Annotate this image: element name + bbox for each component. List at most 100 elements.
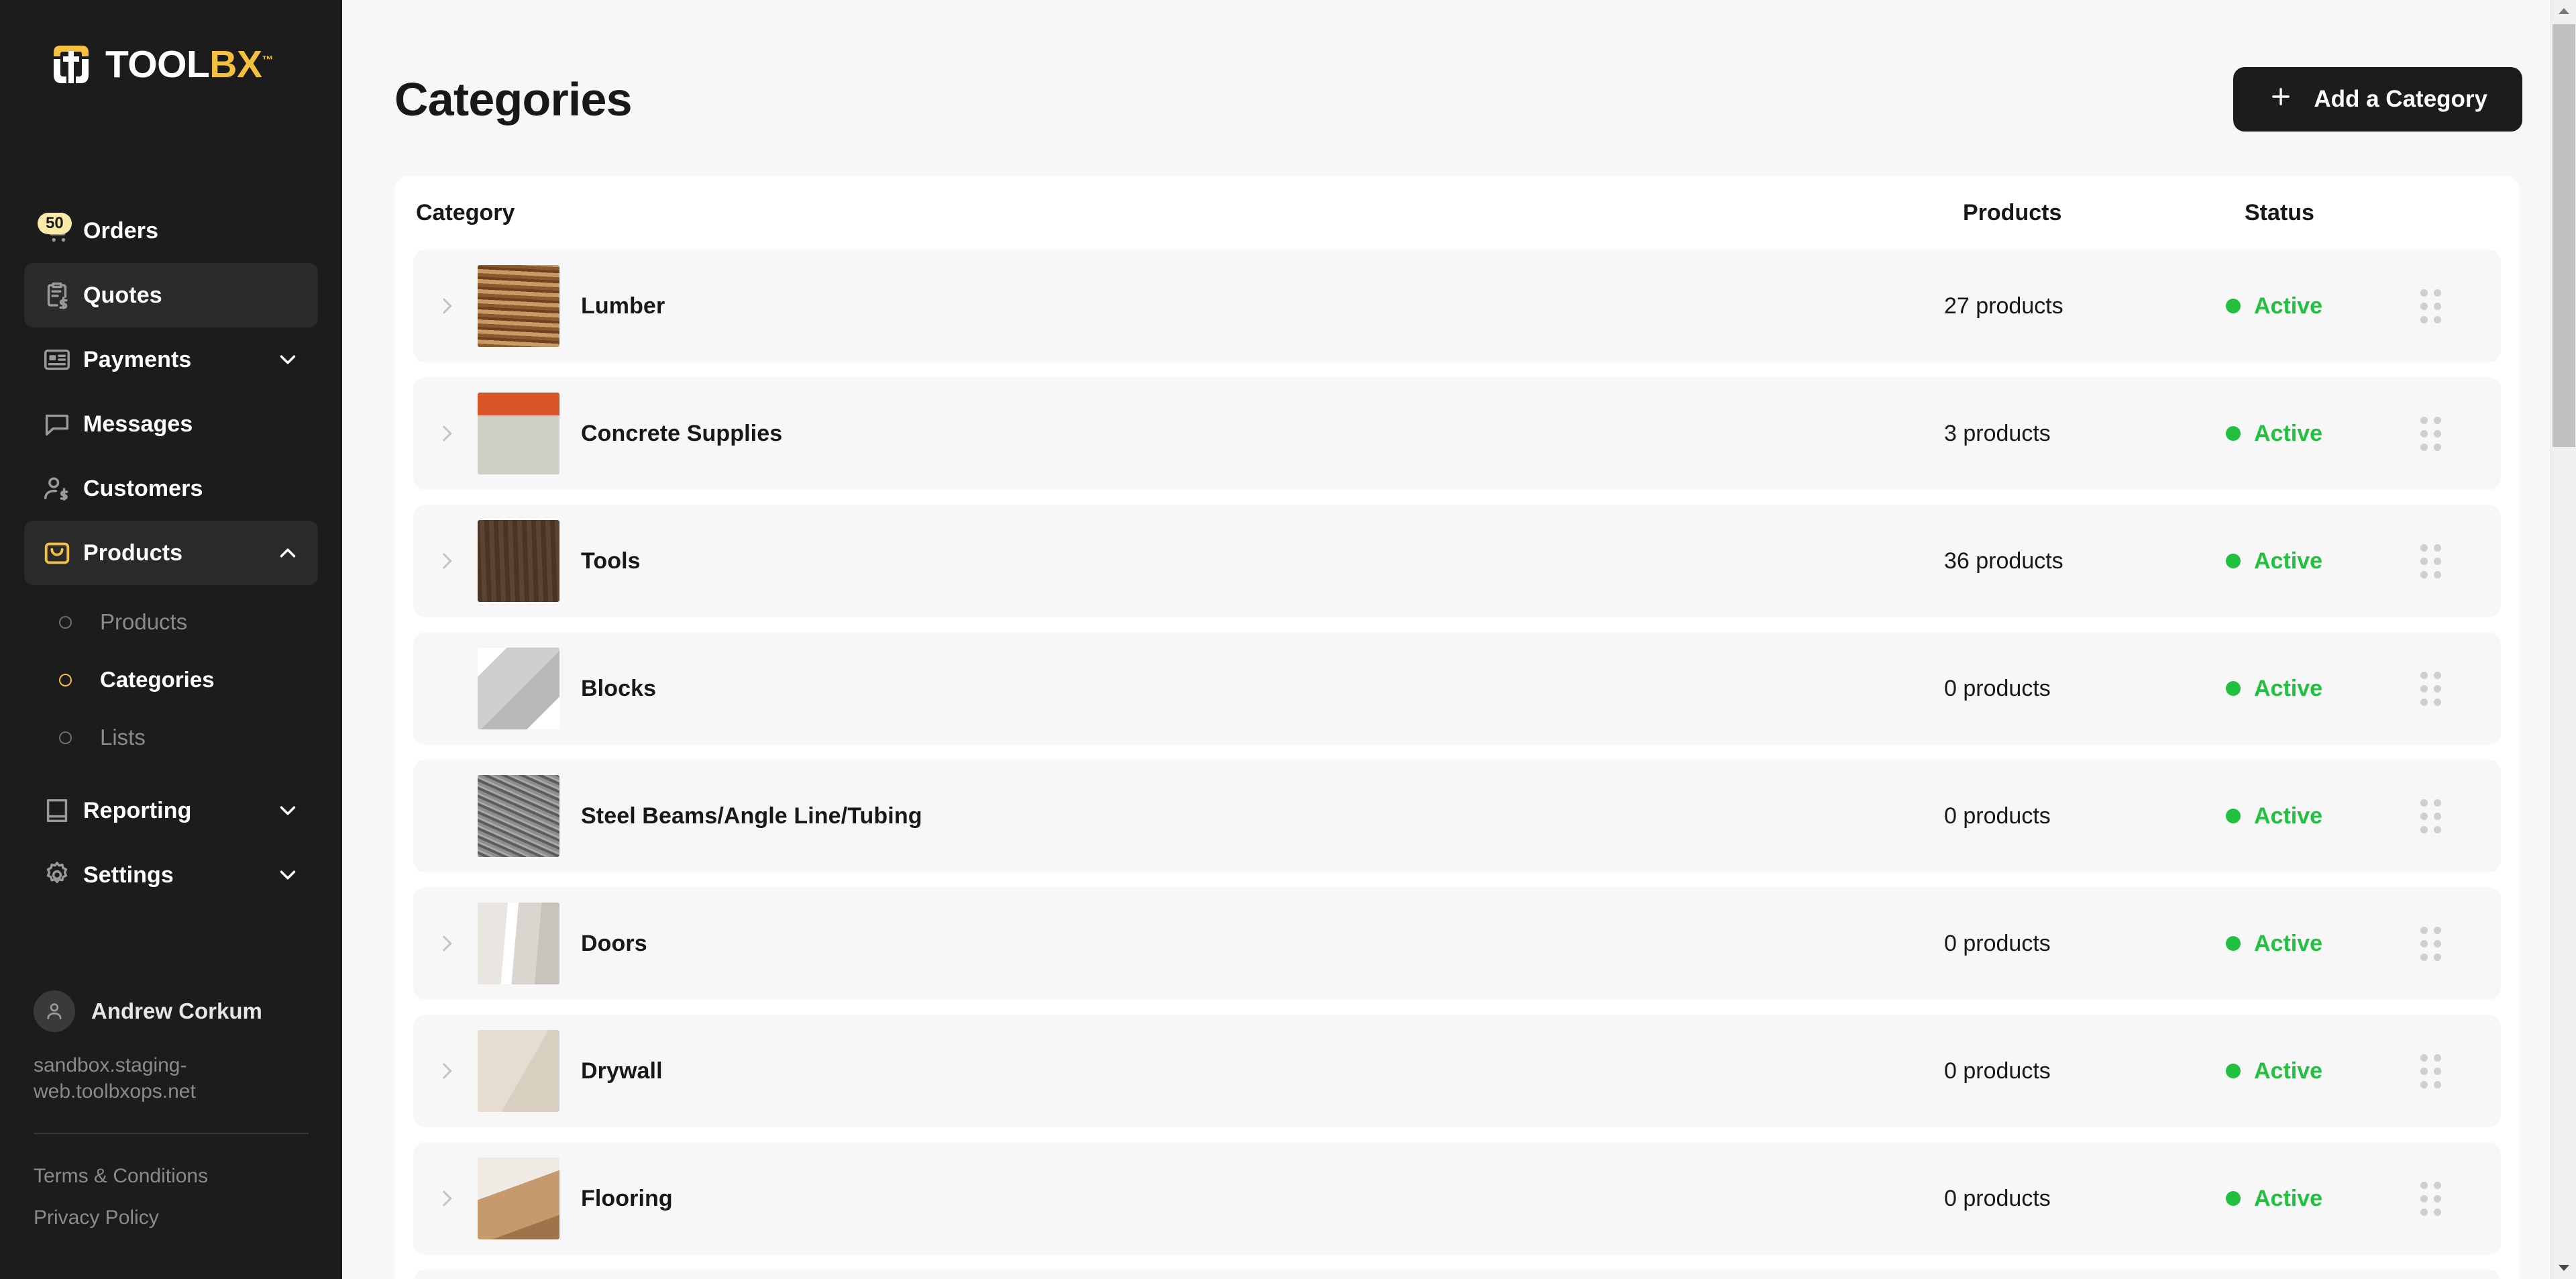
sidebar-item-messages[interactable]: Messages [24,392,318,456]
sidebar-item-quotes[interactable]: Quotes [24,263,318,327]
product-count: 0 products [1944,930,2051,956]
sidebar-footer: Andrew Corkum sandbox.staging-web.toolbx… [0,990,342,1279]
sidebar-item-label: Products [83,540,183,566]
shopping-cart-icon: 50 [38,213,83,246]
add-category-label: Add a Category [2314,86,2487,112]
status-label: Active [2254,548,2323,574]
category-cell: Drywall [416,1030,1944,1112]
drag-handle-icon[interactable] [2420,289,2501,323]
privacy-link[interactable]: Privacy Policy [34,1207,309,1229]
chevron-right-icon[interactable] [416,422,478,445]
drag-handle-cell [2420,1054,2501,1088]
sidebar-item-label: Quotes [83,282,162,308]
table-row[interactable]: Doors 0 products Active [413,887,2501,1000]
category-cell: Steel Beams/Angle Line/Tubing [416,775,1944,857]
sidebar-item-label: Reporting [83,797,192,823]
vertical-scrollbar[interactable] [2551,0,2576,1279]
sidebar-item-label: Settings [83,862,174,888]
table-row[interactable]: Drywall 0 products Active [413,1015,2501,1127]
category-name: Lumber [581,293,665,319]
table-row[interactable] [413,1270,2501,1279]
gear-icon [42,860,83,890]
category-name: Blocks [581,675,657,701]
chevron-right-icon[interactable] [416,295,478,317]
drag-handle-icon[interactable] [2420,416,2501,451]
sidebar-item-payments[interactable]: Payments [24,327,318,392]
drag-handle-cell [2420,1181,2501,1216]
chevron-right-icon[interactable] [416,550,478,572]
drag-handle-cell [2420,416,2501,451]
categories-card: Category Products Status Lumber 27 produc… [394,176,2520,1279]
sidebar-item-customers[interactable]: Customers [24,456,318,521]
logo-area: TOOLBX™ [0,0,342,134]
subnav-item-products[interactable]: Products [24,593,318,651]
category-cell: Tools [416,520,1944,602]
sidebar: TOOLBX™ 50 Orders Quotes Payments Messag… [0,0,342,1279]
sidebar-item-reporting[interactable]: Reporting [24,778,318,843]
table-row[interactable]: Flooring 0 products Active [413,1142,2501,1255]
scroll-down-arrow[interactable] [2551,1256,2576,1279]
sidebar-item-products[interactable]: Products [24,521,318,585]
bullet-icon [59,731,72,744]
table-header: Category Products Status [394,176,2520,250]
status-badge: Active [2226,931,2420,957]
chevron-up-icon[interactable] [275,540,301,566]
chevron-right-icon[interactable] [416,932,478,955]
terms-link[interactable]: Terms & Conditions [34,1165,309,1188]
category-cell: Blocks [416,648,1944,729]
chevron-down-icon[interactable] [275,798,301,823]
environment-host: sandbox.staging-web.toolbxops.net [34,1054,196,1103]
status-label: Active [2254,930,2323,956]
logo-wordmark: TOOLBX™ [105,42,273,86]
status-badge: Active [2226,421,2420,447]
category-cell: Flooring [416,1158,1944,1239]
product-count: 36 products [1944,548,2063,574]
drag-handle-icon[interactable] [2420,799,2501,833]
drag-handle-icon[interactable] [2420,671,2501,706]
category-thumbnail [478,775,559,857]
scroll-up-arrow[interactable] [2551,0,2576,23]
category-name: Concrete Supplies [581,420,783,446]
subnav-item-categories[interactable]: Categories [24,651,318,709]
chevron-down-icon[interactable] [275,347,301,372]
product-count: 0 products [1944,803,2051,829]
subnav-item-lists[interactable]: Lists [24,709,318,766]
toolbx-logo[interactable]: TOOLBX™ [48,42,342,87]
quote-clipboard-icon [42,280,83,311]
status-dot-icon [2226,936,2241,951]
bullet-icon [59,615,72,629]
product-count: 0 products [1944,1185,2051,1211]
scrollbar-thumb[interactable] [2553,24,2575,447]
user-avatar-icon [34,990,75,1032]
page-title: Categories [394,73,633,125]
category-thumbnail [478,1030,559,1112]
chevron-down-icon[interactable] [275,862,301,888]
table-row[interactable]: Lumber 27 products Active [413,250,2501,362]
drag-handle-icon[interactable] [2420,544,2501,578]
chevron-right-icon[interactable] [416,1187,478,1210]
category-thumbnail [478,520,559,602]
category-thumbnail [478,903,559,984]
sidebar-item-orders[interactable]: 50 Orders [24,199,318,263]
drag-handle-icon[interactable] [2420,1054,2501,1088]
category-name: Flooring [581,1185,673,1211]
status-dot-icon [2226,554,2241,568]
secondary-nav: Reporting Settings [0,766,342,907]
add-category-button[interactable]: Add a Category [2233,67,2522,132]
table-row[interactable]: Tools 36 products Active [413,505,2501,617]
status-badge: Active [2226,1186,2420,1212]
status-badge: Active [2226,1058,2420,1084]
drag-handle-icon[interactable] [2420,926,2501,961]
table-row[interactable]: Blocks 0 products Active [413,632,2501,745]
chevron-right-icon[interactable] [416,1060,478,1082]
user-profile[interactable]: Andrew Corkum [34,990,309,1032]
status-dot-icon [2226,809,2241,823]
product-count: 0 products [1944,675,2051,701]
category-thumbnail [478,265,559,347]
table-row[interactable]: Concrete Supplies 3 products Active [413,377,2501,490]
table-row[interactable]: Steel Beams/Angle Line/Tubing 0 products A… [413,760,2501,872]
primary-nav: 50 Orders Quotes Payments Messages Custo… [0,134,342,585]
drag-handle-icon[interactable] [2420,1181,2501,1216]
sidebar-item-settings[interactable]: Settings [24,843,318,907]
sidebar-item-label: Orders [83,217,159,244]
